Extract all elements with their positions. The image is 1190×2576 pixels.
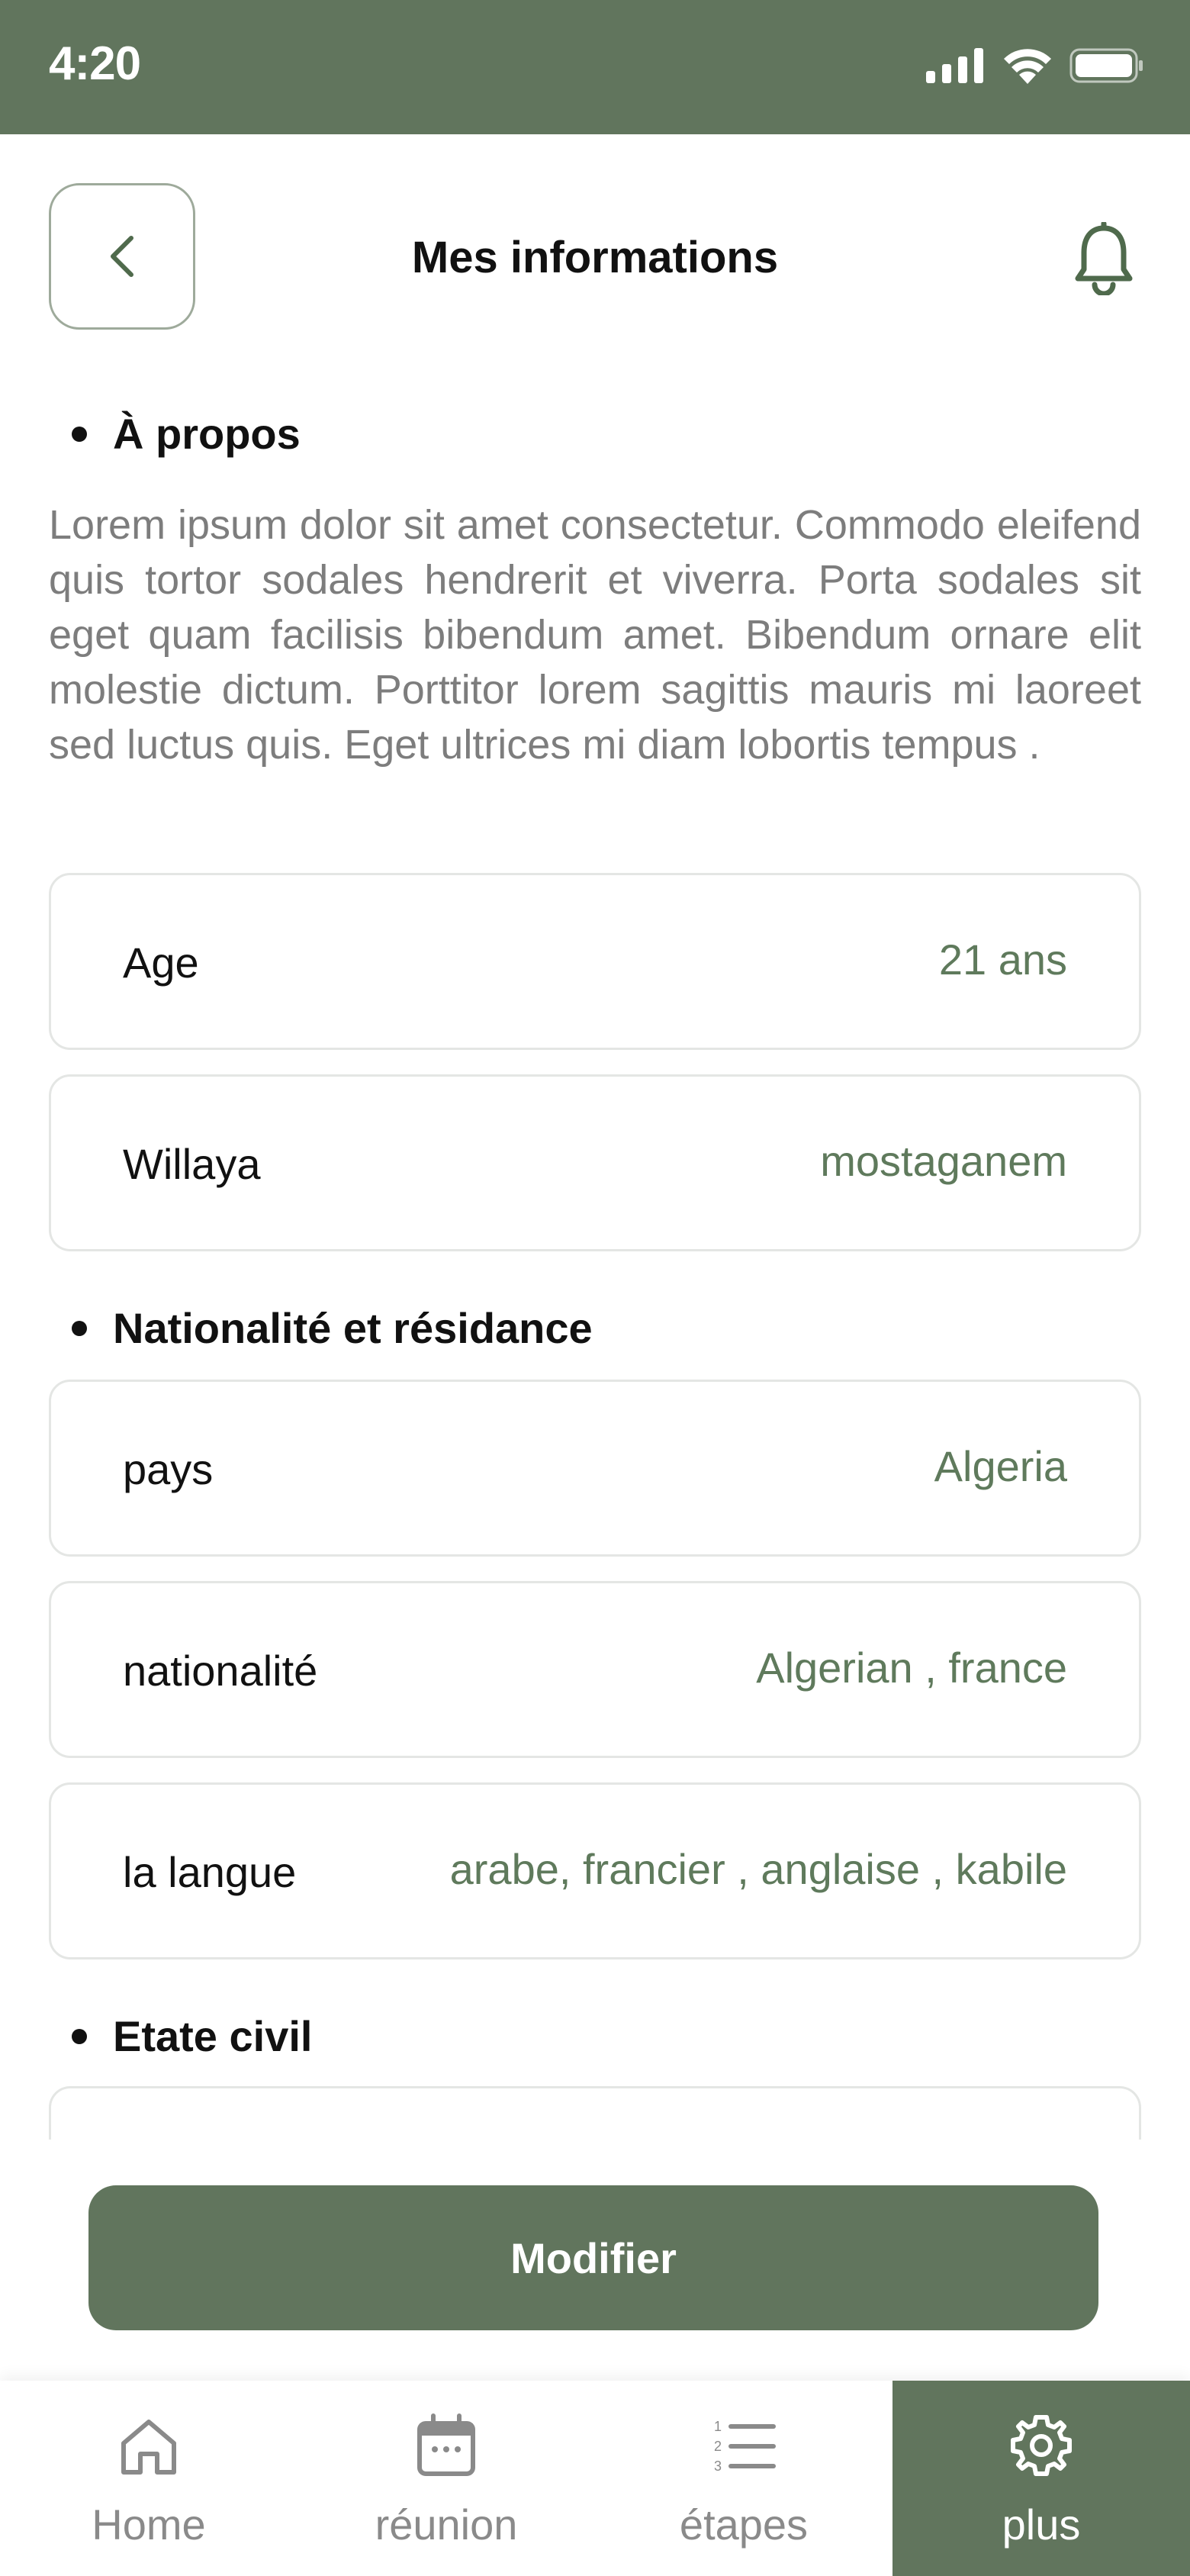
nav-item-reunion[interactable]: réunion	[298, 2381, 595, 2576]
info-card-pays: pays Algeria	[49, 1380, 1141, 1557]
field-label: nationalité	[123, 1647, 318, 1695]
info-card-willaya: Willaya mostaganem	[49, 1074, 1141, 1251]
home-icon	[121, 2420, 176, 2475]
status-icons	[926, 47, 1144, 84]
bullet	[72, 426, 87, 442]
modify-button[interactable]: Modifier	[88, 2185, 1098, 2330]
gear-icon	[1011, 2415, 1072, 2476]
svg-text:2: 2	[714, 2439, 722, 2454]
bullet	[72, 1320, 87, 1336]
field-value: Algeria	[934, 1442, 1067, 1490]
field-label: Willaya	[123, 1140, 261, 1188]
calendar-icon	[417, 2413, 475, 2476]
section-title-nationality: Nationalité et résidance	[72, 1303, 593, 1353]
about-description: Lorem ipsum dolor sit amet consectetur. …	[49, 502, 1141, 768]
field-value: 21 ans	[938, 935, 1067, 984]
info-card-partial	[49, 2086, 1141, 2140]
nav-item-plus[interactable]: plus	[892, 2381, 1190, 2576]
nav-item-home[interactable]: Home	[0, 2381, 298, 2576]
status-time: 4:20	[49, 37, 141, 90]
nav-label: étapes	[679, 2500, 809, 2549]
bullet	[72, 2028, 87, 2044]
info-card-age: Age 21 ans	[49, 873, 1141, 1050]
section-title-label: Etate civil	[113, 2012, 313, 2060]
nav-label: plus	[1002, 2500, 1081, 2549]
section-title-civil: Etate civil	[72, 2011, 312, 2061]
numbered-list-icon: 1 2 3	[714, 2419, 776, 2474]
info-card-langue: la langue arabe, francier , anglaise , k…	[49, 1782, 1141, 1959]
nav-label: Home	[92, 2500, 206, 2549]
field-value: mostaganem	[820, 1137, 1067, 1185]
header: Mes informations	[0, 134, 1190, 371]
battery-icon	[1069, 48, 1143, 83]
info-card-nationalite: nationalité Algerian , france	[49, 1581, 1141, 1758]
status-bar: 4:20	[0, 0, 1190, 134]
svg-text:3: 3	[714, 2458, 722, 2474]
field-label: la langue	[123, 1848, 297, 1896]
nav-label: réunion	[375, 2500, 518, 2549]
field-label: Age	[123, 939, 199, 987]
section-title-about: À propos	[72, 409, 301, 459]
notification-bell-icon[interactable]	[1072, 222, 1136, 295]
field-label: pays	[123, 1445, 214, 1493]
field-value: arabe, francier , anglaise , kabile	[449, 1845, 1067, 1893]
wifi-icon	[1004, 49, 1051, 84]
section-title-label: À propos	[113, 410, 301, 458]
page-title: Mes informations	[411, 233, 779, 282]
signal-icon	[926, 48, 983, 83]
nav-item-etapes[interactable]: 1 2 3 étapes	[595, 2381, 892, 2576]
field-value: Algerian , france	[756, 1644, 1067, 1692]
bottom-nav: Home réunion 1 2 3 étapes plus	[0, 2381, 1190, 2576]
section-title-label: Nationalité et résidance	[113, 1304, 593, 1352]
svg-text:1: 1	[714, 2419, 722, 2434]
